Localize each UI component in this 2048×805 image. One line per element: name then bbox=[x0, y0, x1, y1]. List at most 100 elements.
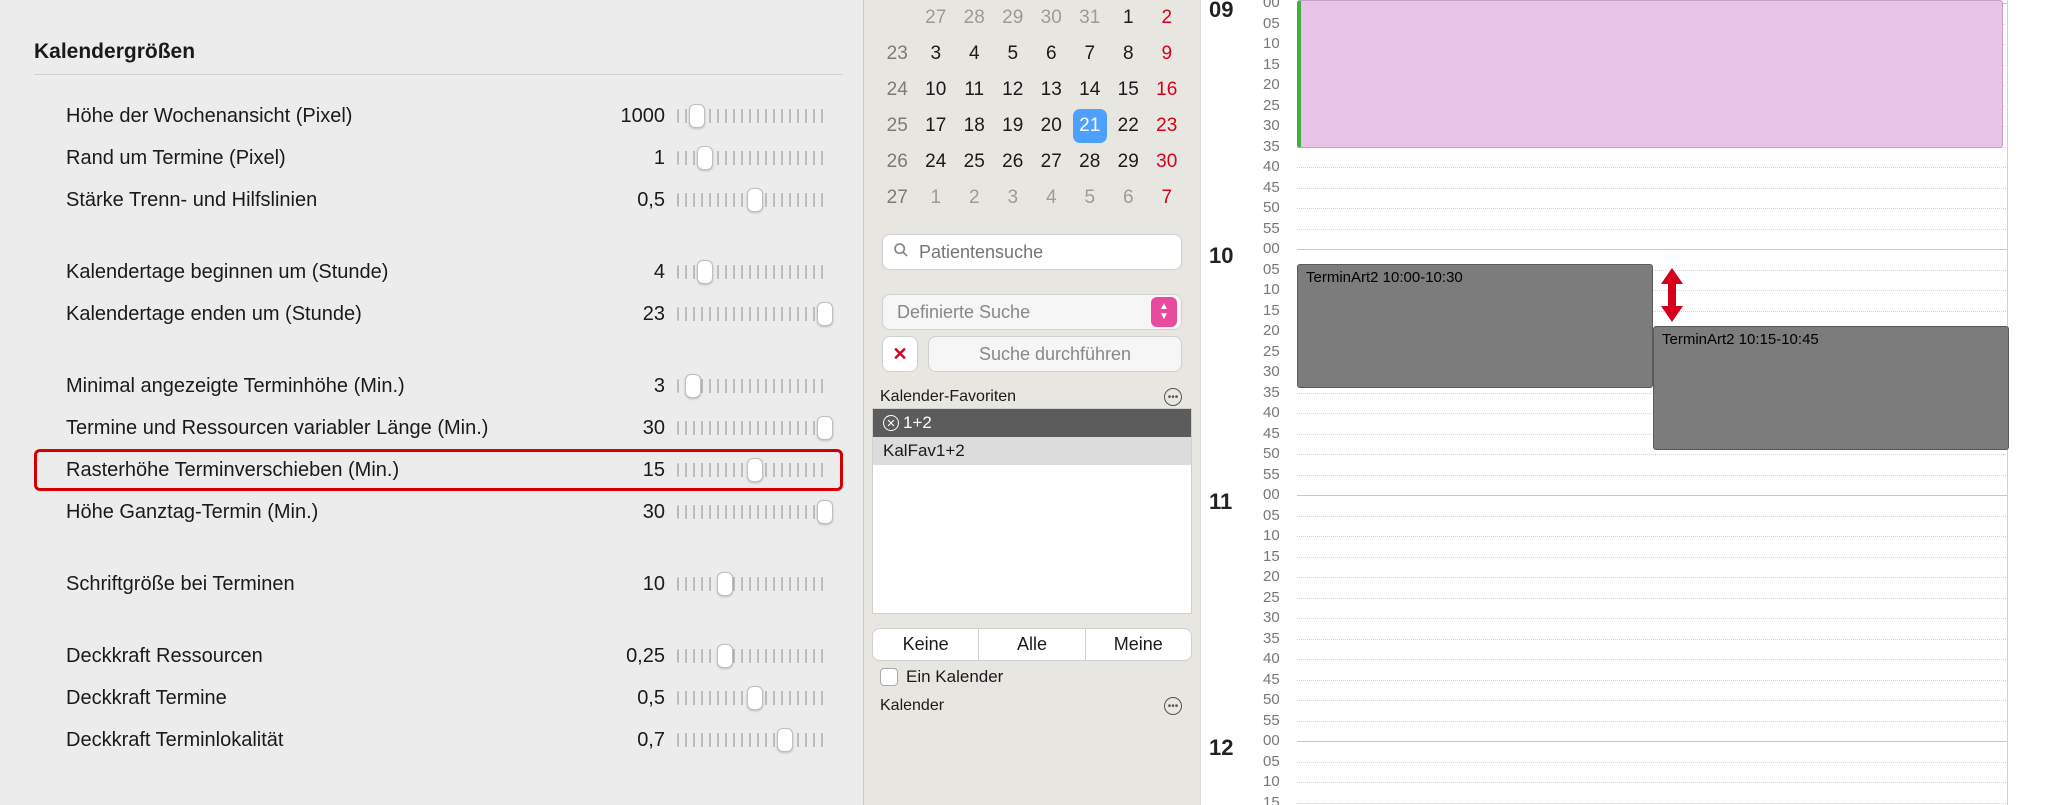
mini-cal-day[interactable]: 27 bbox=[917, 0, 956, 36]
stepper-icon[interactable]: ▲▼ bbox=[1151, 297, 1177, 327]
mini-cal-day[interactable]: 9 bbox=[1148, 36, 1187, 72]
calendar-menu-icon[interactable]: ••• bbox=[1164, 697, 1182, 715]
minute-label: 15 bbox=[1263, 794, 1280, 805]
mini-cal-day[interactable]: 15 bbox=[1109, 72, 1148, 108]
mini-cal-day[interactable]: 6 bbox=[1032, 36, 1071, 72]
mini-cal-day[interactable]: 4 bbox=[1032, 180, 1071, 216]
defined-search-dropdown[interactable]: Definierte Suche ▲▼ bbox=[882, 294, 1182, 330]
remove-favorite-icon[interactable]: ✕ bbox=[883, 415, 899, 431]
mini-cal-day[interactable]: 22 bbox=[1109, 108, 1148, 144]
run-search-button[interactable]: Suche durchführen bbox=[928, 336, 1182, 372]
mini-cal-day[interactable]: 5 bbox=[1071, 180, 1110, 216]
mini-cal-day[interactable]: 27 bbox=[1032, 144, 1071, 180]
setting-slider[interactable] bbox=[677, 145, 829, 171]
setting-row: Höhe Ganztag-Termin (Min.)30 bbox=[34, 491, 843, 533]
calendar-day-view[interactable]: 5509000510152025303540455055100005101520… bbox=[1200, 0, 2048, 805]
setting-slider[interactable] bbox=[677, 727, 829, 753]
mini-cal-day[interactable]: 8 bbox=[1109, 36, 1148, 72]
one-calendar-label: Ein Kalender bbox=[906, 667, 1003, 687]
setting-label: Kalendertage beginnen um (Stunde) bbox=[66, 261, 601, 284]
setting-slider[interactable] bbox=[677, 373, 829, 399]
mini-cal-day[interactable]: 12 bbox=[994, 72, 1033, 108]
mini-cal-day[interactable]: 13 bbox=[1032, 72, 1071, 108]
setting-value: 0,5 bbox=[601, 687, 665, 710]
favorites-list[interactable]: ✕1+2KalFav1+2 bbox=[872, 408, 1192, 614]
setting-slider[interactable] bbox=[677, 685, 829, 711]
mini-cal-day[interactable]: 10 bbox=[917, 72, 956, 108]
minute-label: 50 bbox=[1263, 691, 1280, 708]
mini-cal-day[interactable]: 3 bbox=[994, 180, 1033, 216]
mini-cal-day[interactable]: 3 bbox=[917, 36, 956, 72]
mini-cal-day[interactable]: 20 bbox=[1032, 108, 1071, 144]
setting-slider[interactable] bbox=[677, 259, 829, 285]
mini-cal-day[interactable]: 7 bbox=[1071, 36, 1110, 72]
mini-cal-day[interactable]: 24 bbox=[917, 144, 956, 180]
mini-cal-day[interactable]: 21 bbox=[1071, 108, 1110, 144]
minute-label: 35 bbox=[1263, 138, 1280, 155]
mini-cal-day[interactable]: 17 bbox=[917, 108, 956, 144]
calendar-filter-segments[interactable]: KeineAlleMeine bbox=[872, 628, 1192, 661]
mini-cal-day[interactable]: 1 bbox=[1109, 0, 1148, 36]
minute-label: 40 bbox=[1263, 650, 1280, 667]
mini-cal-day[interactable]: 30 bbox=[1032, 0, 1071, 36]
patient-search-box[interactable] bbox=[882, 234, 1182, 270]
setting-slider[interactable] bbox=[677, 415, 829, 441]
setting-slider[interactable] bbox=[677, 571, 829, 597]
mini-cal-day[interactable]: 26 bbox=[994, 144, 1033, 180]
mini-calendar[interactable]: 2728293031122334567892410111213141516251… bbox=[864, 0, 1200, 222]
mini-cal-day[interactable]: 19 bbox=[994, 108, 1033, 144]
calendar-event-pink[interactable] bbox=[1297, 0, 2003, 148]
mini-cal-day[interactable]: 28 bbox=[955, 0, 994, 36]
setting-slider[interactable] bbox=[677, 499, 829, 525]
mini-cal-day[interactable]: 31 bbox=[1071, 0, 1110, 36]
one-calendar-checkbox[interactable] bbox=[880, 668, 898, 686]
resize-arrow-icon[interactable] bbox=[1657, 266, 1687, 324]
segment-meine[interactable]: Meine bbox=[1086, 629, 1191, 660]
setting-slider[interactable] bbox=[677, 457, 829, 483]
setting-row: Deckkraft Ressourcen0,25 bbox=[34, 635, 843, 677]
search-icon bbox=[893, 242, 909, 263]
setting-slider[interactable] bbox=[677, 103, 829, 129]
setting-slider[interactable] bbox=[677, 301, 829, 327]
minute-label: 25 bbox=[1263, 343, 1280, 360]
minute-label: 20 bbox=[1263, 322, 1280, 339]
mini-cal-day[interactable]: 1 bbox=[917, 180, 956, 216]
setting-value: 23 bbox=[601, 303, 665, 326]
mini-cal-day[interactable]: 2 bbox=[1148, 0, 1187, 36]
mini-cal-day[interactable]: 7 bbox=[1148, 180, 1187, 216]
calendar-event-grey-1[interactable]: TerminArt2 10:00-10:30 bbox=[1297, 264, 1653, 388]
segment-keine[interactable]: Keine bbox=[873, 629, 979, 660]
mini-cal-day[interactable]: 28 bbox=[1071, 144, 1110, 180]
setting-slider[interactable] bbox=[677, 643, 829, 669]
minute-label: 05 bbox=[1263, 261, 1280, 278]
setting-row: Kalendertage beginnen um (Stunde)4 bbox=[34, 251, 843, 293]
mini-cal-day[interactable]: 14 bbox=[1071, 72, 1110, 108]
setting-slider[interactable] bbox=[677, 187, 829, 213]
setting-row: Kalendertage enden um (Stunde)23 bbox=[34, 293, 843, 335]
favorites-menu-icon[interactable]: ••• bbox=[1164, 388, 1182, 406]
mini-cal-day[interactable]: 2 bbox=[955, 180, 994, 216]
setting-label: Höhe der Wochenansicht (Pixel) bbox=[66, 105, 601, 128]
favorite-item[interactable]: KalFav1+2 bbox=[873, 437, 1191, 465]
mini-cal-day[interactable]: 25 bbox=[955, 144, 994, 180]
clear-search-button[interactable]: ✕ bbox=[882, 336, 918, 372]
segment-alle[interactable]: Alle bbox=[979, 629, 1085, 660]
calendar-event-grey-2[interactable]: TerminArt2 10:15-10:45 bbox=[1653, 326, 2009, 450]
mini-cal-day[interactable]: 30 bbox=[1148, 144, 1187, 180]
mini-cal-day[interactable]: 11 bbox=[955, 72, 994, 108]
mini-cal-day[interactable]: 6 bbox=[1109, 180, 1148, 216]
favorite-label: 1+2 bbox=[903, 413, 932, 433]
setting-value: 0,5 bbox=[601, 189, 665, 212]
mini-cal-day[interactable]: 18 bbox=[955, 108, 994, 144]
mini-cal-day[interactable]: 5 bbox=[994, 36, 1033, 72]
mini-cal-day[interactable]: 29 bbox=[1109, 144, 1148, 180]
favorite-item[interactable]: ✕1+2 bbox=[873, 409, 1191, 437]
mini-cal-day[interactable]: 4 bbox=[955, 36, 994, 72]
minute-label: 05 bbox=[1263, 15, 1280, 32]
hour-label: 12 bbox=[1209, 735, 1233, 761]
mini-cal-day[interactable]: 16 bbox=[1148, 72, 1187, 108]
setting-row: Rasterhöhe Terminverschieben (Min.)15 bbox=[34, 449, 843, 491]
mini-cal-day[interactable]: 23 bbox=[1148, 108, 1187, 144]
patient-search-input[interactable] bbox=[917, 241, 1171, 264]
mini-cal-day[interactable]: 29 bbox=[994, 0, 1033, 36]
